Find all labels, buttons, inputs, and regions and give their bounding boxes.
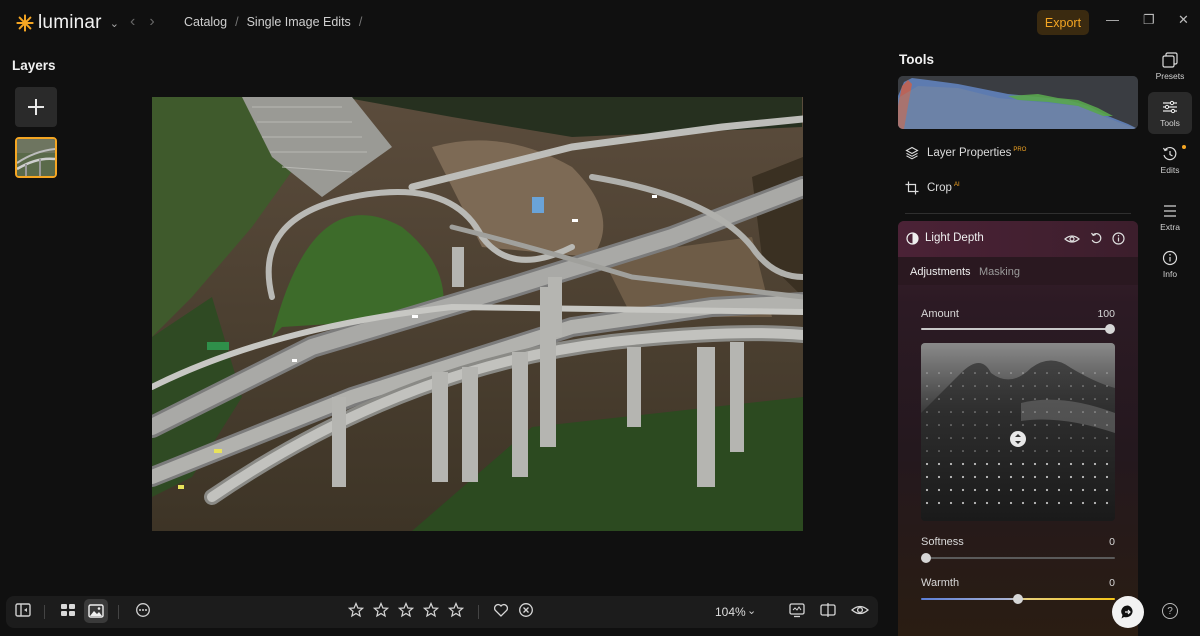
rail-tools[interactable]: Tools xyxy=(1148,92,1192,134)
toggle-sidebar-icon[interactable] xyxy=(15,602,31,618)
rail-extra[interactable]: Extra xyxy=(1148,203,1192,232)
restore-icon[interactable]: ❐ xyxy=(1143,12,1155,28)
star-rating-5-icon[interactable] xyxy=(448,602,464,618)
title-bar: luminar ⌄ ‹ › Catalog / Single Image Edi… xyxy=(0,0,1200,44)
info-icon xyxy=(1162,250,1178,266)
zoom-level[interactable]: 104% xyxy=(715,605,746,619)
rail-tools-label: Tools xyxy=(1160,117,1180,128)
layers-icon xyxy=(905,146,919,160)
crop-label: Crop xyxy=(927,182,952,194)
amount-value[interactable]: 100 xyxy=(1085,308,1115,320)
warmth-value[interactable]: 0 xyxy=(1085,577,1115,589)
help-icon[interactable]: ? xyxy=(1162,603,1178,619)
reject-icon[interactable] xyxy=(518,602,534,618)
pro-badge: PRO xyxy=(1013,147,1027,154)
light-depth-panel: Light Depth Adjustments Masking Amount 1… xyxy=(898,221,1138,636)
luminar-star-icon xyxy=(16,14,34,32)
light-depth-header[interactable]: Light Depth xyxy=(898,221,1138,257)
more-options-icon[interactable] xyxy=(135,602,151,618)
chat-bubble-icon xyxy=(1121,605,1133,619)
tool-crop[interactable]: Crop AI xyxy=(905,181,960,195)
breadcrumb-single-image-edits[interactable]: Single Image Edits xyxy=(247,15,351,29)
zoom-chevron-down-icon[interactable]: ⌄ xyxy=(747,604,756,617)
main-photo[interactable] xyxy=(152,97,803,531)
rail-presets-label: Presets xyxy=(1155,71,1185,81)
favorite-heart-icon[interactable] xyxy=(493,602,509,618)
preview-eye-icon[interactable] xyxy=(851,602,869,618)
divider xyxy=(478,605,479,619)
breadcrumb-separator: / xyxy=(235,15,239,29)
amount-slider[interactable] xyxy=(921,328,1113,330)
info-icon[interactable] xyxy=(1112,232,1125,245)
crop-icon xyxy=(905,181,919,195)
plus-icon xyxy=(28,99,44,115)
rail-presets[interactable]: Presets xyxy=(1148,52,1192,81)
presets-icon xyxy=(1162,52,1178,68)
amount-label: Amount xyxy=(921,308,959,320)
layers-title: Layers xyxy=(12,58,56,73)
rail-info[interactable]: Info xyxy=(1148,250,1192,279)
breadcrumb-catalog[interactable]: Catalog xyxy=(184,15,227,29)
highway-interchange-image xyxy=(152,97,803,531)
ai-badge: AI xyxy=(953,182,960,189)
back-arrow-icon[interactable]: ‹ xyxy=(130,13,135,31)
app-name: luminar xyxy=(38,12,102,33)
light-depth-tabs: Adjustments Masking xyxy=(898,257,1138,285)
layer-thumbnail[interactable] xyxy=(15,137,57,178)
star-rating-1-icon[interactable] xyxy=(348,602,364,618)
tools-title: Tools xyxy=(899,52,934,67)
star-rating-3-icon[interactable] xyxy=(398,602,414,618)
light-source-handle[interactable] xyxy=(1010,431,1026,447)
rail-edits-label: Edits xyxy=(1160,165,1180,175)
divider xyxy=(905,213,1131,214)
light-depth-title: Light Depth xyxy=(925,232,984,244)
layer-properties-label: Layer Properties xyxy=(927,147,1012,159)
split-view-icon[interactable] xyxy=(820,602,836,618)
rail-extra-label: Extra xyxy=(1160,222,1180,232)
export-button[interactable]: Export xyxy=(1037,10,1089,35)
history-icon xyxy=(1162,146,1177,161)
forward-arrow-icon[interactable]: › xyxy=(149,13,154,31)
breadcrumb: Catalog / Single Image Edits / xyxy=(184,15,362,29)
compare-icon[interactable] xyxy=(789,602,805,618)
tool-layer-properties[interactable]: Layer Properties PRO xyxy=(905,146,1026,160)
minimize-icon[interactable]: — xyxy=(1106,12,1119,27)
tab-adjustments[interactable]: Adjustments xyxy=(910,266,971,278)
tab-masking[interactable]: Masking xyxy=(979,266,1020,278)
softness-label: Softness xyxy=(921,536,964,548)
depth-map-preview[interactable] xyxy=(921,343,1115,521)
breadcrumb-separator: / xyxy=(358,15,363,29)
warmth-slider-knob[interactable] xyxy=(1013,594,1023,604)
chat-assistant-button[interactable] xyxy=(1112,596,1144,628)
reset-undo-icon[interactable] xyxy=(1090,232,1103,245)
single-image-view-icon[interactable] xyxy=(84,599,108,623)
softness-slider-knob[interactable] xyxy=(921,553,931,563)
divider xyxy=(44,605,45,619)
sliders-icon xyxy=(1163,100,1177,113)
list-icon xyxy=(1164,205,1176,217)
warmth-label: Warmth xyxy=(921,577,960,589)
softness-value[interactable]: 0 xyxy=(1085,536,1115,548)
star-rating-2-icon[interactable] xyxy=(373,602,389,618)
edits-indicator-dot xyxy=(1182,145,1186,149)
star-rating-4-icon[interactable] xyxy=(423,602,439,618)
add-layer-button[interactable] xyxy=(15,87,57,127)
chevron-down-icon[interactable]: ⌄ xyxy=(110,17,119,30)
rail-edits[interactable]: Edits xyxy=(1148,146,1192,175)
grid-view-icon[interactable] xyxy=(60,602,76,618)
histogram xyxy=(898,76,1138,129)
close-icon[interactable]: ✕ xyxy=(1178,12,1189,28)
divider xyxy=(118,605,119,619)
app-logo[interactable]: luminar ⌄ xyxy=(16,12,119,34)
softness-slider[interactable] xyxy=(921,557,1115,559)
light-depth-icon xyxy=(906,232,919,245)
amount-slider-knob[interactable] xyxy=(1105,324,1115,334)
visibility-eye-icon[interactable] xyxy=(1064,233,1080,245)
rail-info-label: Info xyxy=(1162,269,1178,279)
bottom-toolbar: 104% ⌄ xyxy=(6,596,878,628)
